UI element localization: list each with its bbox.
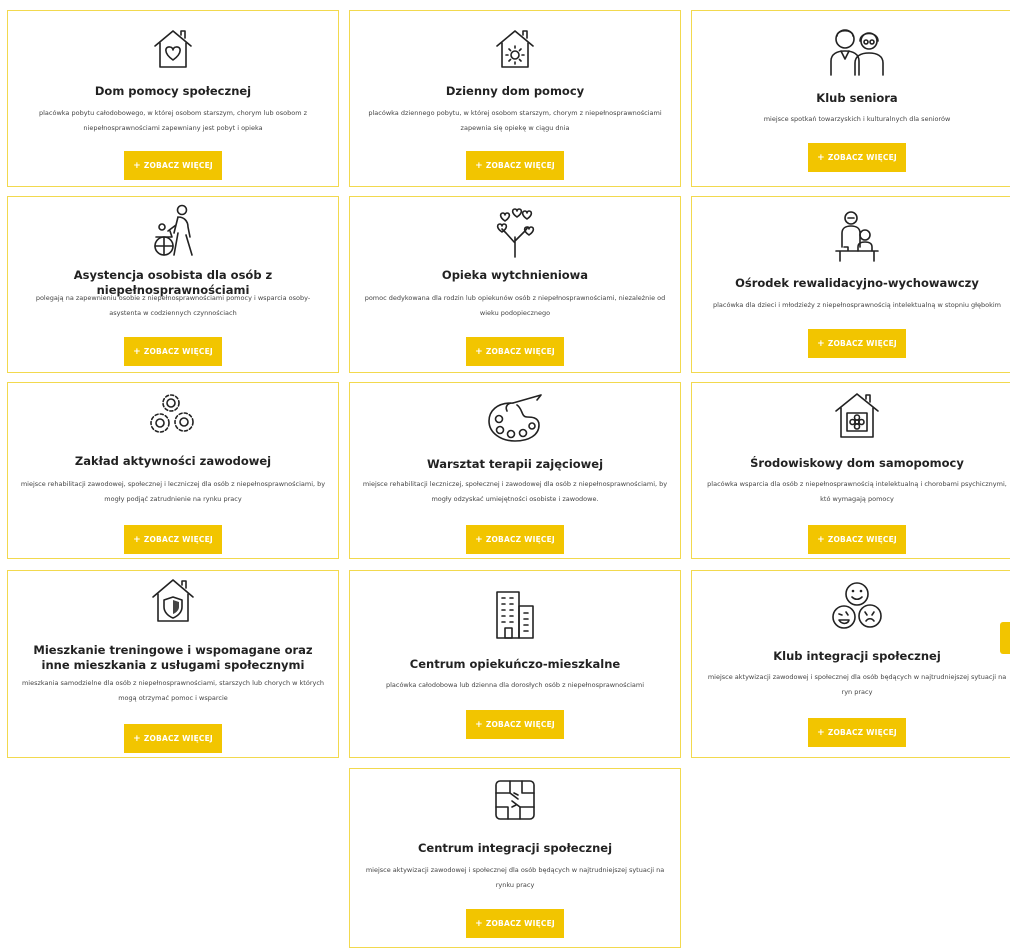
card-title: Dzienny dom pomocy — [445, 84, 585, 98]
plus-icon: + — [817, 534, 825, 545]
see-more-button[interactable]: + ZOBACZ WIĘCEJ — [808, 329, 906, 358]
see-more-button[interactable]: + ZOBACZ WIĘCEJ — [466, 525, 564, 554]
plus-icon: + — [817, 727, 825, 738]
plus-icon: + — [475, 918, 483, 929]
button-label: ZOBACZ WIĘCEJ — [827, 153, 897, 162]
button-label: ZOBACZ WIĘCEJ — [485, 161, 555, 170]
card-description: placówka dziennego pobytu, w której osob… — [368, 109, 662, 132]
see-more-button[interactable]: + ZOBACZ WIĘCEJ — [124, 724, 222, 753]
button-label: ZOBACZ WIĘCEJ — [143, 347, 213, 356]
see-more-button[interactable]: + ZOBACZ WIĘCEJ — [808, 718, 906, 747]
card-mieszkanie-treningowe: Mieszkanie treningowe i wspomagane oraz … — [7, 570, 339, 758]
house-shield-icon — [152, 579, 194, 622]
button-label: ZOBACZ WIĘCEJ — [485, 347, 555, 356]
card-centrum-opiekunczo-mieszkalne: Centrum opiekuńczo-mieszkalne placówka c… — [349, 570, 681, 758]
plus-icon: + — [475, 160, 483, 171]
card-title: Warsztat terapii zajęciowej — [426, 457, 604, 471]
faces-icon — [832, 582, 882, 629]
button-label: ZOBACZ WIĘCEJ — [485, 919, 555, 928]
card-dom-pomocy-spolecznej: Dom pomocy społecznej placówka pobytu ca… — [7, 10, 339, 187]
button-label: ZOBACZ WIĘCEJ — [485, 720, 555, 729]
card-description: miejsce aktywizacji zawodowej i społeczn… — [707, 673, 1007, 696]
card-title: Zakład aktywności zawodowej — [74, 454, 272, 468]
house-sun-icon — [496, 30, 534, 68]
plus-icon: + — [817, 152, 825, 163]
button-label: ZOBACZ WIĘCEJ — [485, 535, 555, 544]
card-description: miejsce rehabilitacji leczniczej, społec… — [362, 480, 668, 503]
card-centrum-integracji-spolecznej: Centrum integracji społecznej miejsce ak… — [349, 768, 681, 948]
card-warsztat-terapii-zajeciowej: Warsztat terapii zajęciowej miejsce reha… — [349, 382, 681, 559]
card-description: placówka dla dzieci i młodzieży z niepeł… — [713, 301, 1001, 309]
see-more-button[interactable]: + ZOBACZ WIĘCEJ — [124, 337, 222, 366]
palette-icon — [488, 394, 542, 442]
card-srodowiskowy-dom-samopomocy: Środowiskowy dom samopomocy placówka wsp… — [691, 382, 1010, 559]
heart-tree-icon — [496, 208, 535, 258]
card-klub-seniora: Klub seniora miejsce spotkań towarzyskic… — [691, 10, 1010, 187]
card-title: Dom pomocy społecznej — [94, 84, 252, 98]
card-description: placówka pobytu całodobowego, w której o… — [39, 109, 307, 132]
linked-hands-icon — [495, 780, 535, 820]
plus-icon: + — [475, 719, 483, 730]
wheelchair-assistant-icon — [154, 204, 193, 256]
card-description: miejsce spotkań towarzyskich i kulturaln… — [763, 115, 951, 123]
card-description: polegają na zapewnieniu osobie z niepełn… — [35, 294, 311, 317]
plus-icon: + — [475, 534, 483, 545]
card-title: Klub integracji społecznej — [773, 649, 941, 663]
card-opieka-wytchnieniowa: Opieka wytchnieniowa pomoc dedykowana dl… — [349, 196, 681, 373]
card-title: Klub seniora — [816, 91, 898, 105]
card-title: Środowiskowy dom samopomocy — [750, 456, 964, 470]
card-description: miejsce aktywizacji zawodowej i społeczn… — [365, 866, 665, 889]
see-more-button[interactable]: + ZOBACZ WIĘCEJ — [808, 525, 906, 554]
seniors-icon — [830, 29, 884, 76]
button-label: ZOBACZ WIĘCEJ — [827, 535, 897, 544]
see-more-button[interactable]: + ZOBACZ WIĘCEJ — [466, 909, 564, 938]
gears-icon — [150, 394, 194, 433]
see-more-button[interactable]: + ZOBACZ WIĘCEJ — [124, 525, 222, 554]
see-more-button[interactable]: + ZOBACZ WIĘCEJ — [466, 710, 564, 739]
plus-icon: + — [475, 346, 483, 357]
plus-icon: + — [133, 160, 141, 171]
button-label: ZOBACZ WIĘCEJ — [143, 734, 213, 743]
button-label: ZOBACZ WIĘCEJ — [827, 728, 897, 737]
card-title: Mieszkanie treningowe i wspomagane oraz … — [33, 643, 313, 672]
card-description: placówka całodobowa lub dzienna dla doro… — [385, 681, 645, 689]
see-more-button[interactable]: + ZOBACZ WIĘCEJ — [466, 151, 564, 180]
button-label: ZOBACZ WIĘCEJ — [143, 535, 213, 544]
card-description: placówka wsparcia dla osób z niepełnospr… — [707, 480, 1007, 503]
card-title: Ośrodek rewalidacyjno-wychowawczy — [735, 276, 979, 290]
plus-icon: + — [133, 733, 141, 744]
card-title: Opieka wytchnieniowa — [441, 268, 589, 282]
see-more-button[interactable]: + ZOBACZ WIĘCEJ — [124, 151, 222, 180]
button-label: ZOBACZ WIĘCEJ — [827, 339, 897, 348]
house-heart-icon — [154, 30, 192, 68]
card-title: Centrum opiekuńczo-mieszkalne — [409, 657, 621, 671]
card-dzienny-dom-pomocy: Dzienny dom pomocy placówka dziennego po… — [349, 10, 681, 187]
card-description: mieszkania samodzielne dla osób z niepeł… — [21, 679, 325, 702]
buildings-icon — [496, 591, 534, 639]
plus-icon: + — [817, 338, 825, 349]
plus-icon: + — [133, 346, 141, 357]
see-more-button[interactable]: + ZOBACZ WIĘCEJ — [466, 337, 564, 366]
side-tab-button[interactable] — [1000, 622, 1010, 654]
plus-icon: + — [133, 534, 141, 545]
card-klub-integracji-spolecznej: Klub integracji społecznej miejsce aktyw… — [691, 570, 1010, 758]
house-flower-icon — [835, 393, 879, 438]
teacher-student-icon — [835, 211, 879, 262]
card-asystencja-osobista: Asystencja osobista dla osób z niepełnos… — [7, 196, 339, 373]
card-osrodek-rewalidacyjno-wychowawczy: Ośrodek rewalidacyjno-wychowawczy placów… — [691, 196, 1010, 373]
card-zaklad-aktywnosci-zawodowej: Zakład aktywności zawodowej miejsce reha… — [7, 382, 339, 559]
see-more-button[interactable]: + ZOBACZ WIĘCEJ — [808, 143, 906, 172]
button-label: ZOBACZ WIĘCEJ — [143, 161, 213, 170]
card-description: miejsce rehabilitacji zawodowej, społecz… — [20, 480, 326, 503]
card-title: Centrum integracji społecznej — [417, 841, 613, 855]
card-description: pomoc dedykowana dla rodzin lub opiekunó… — [364, 294, 666, 317]
